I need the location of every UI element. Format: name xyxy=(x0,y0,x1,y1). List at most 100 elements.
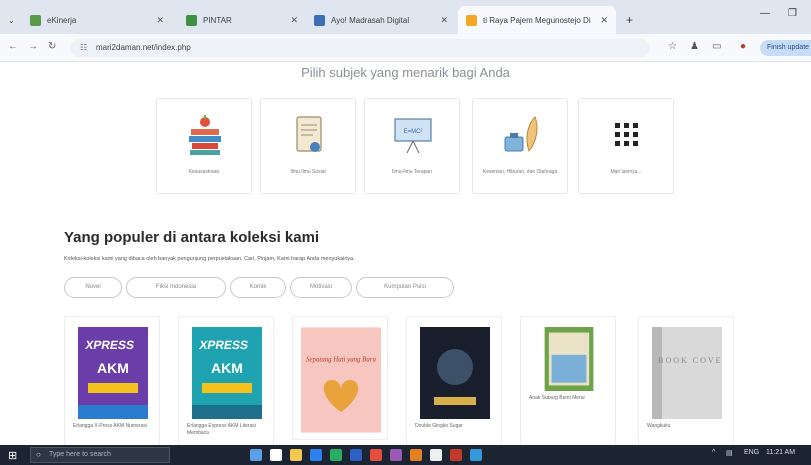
popular-title: Yang populer di antara koleksi kami xyxy=(64,229,320,246)
subject-label: Kesenian, Hiburan, dan Olahraga xyxy=(482,169,558,175)
book-cover: BOOK COVER xyxy=(652,327,722,419)
extension-icon[interactable]: ♟ xyxy=(690,41,699,52)
book-card[interactable]: Sepatang Hati yang Baru xyxy=(292,316,388,440)
url-input[interactable]: ☷ mari2daman.net/index.php xyxy=(70,39,650,57)
filter-novel[interactable]: Novel xyxy=(64,277,122,298)
subject-label: Ilmu Ilmu Sosial xyxy=(290,169,326,175)
forward-icon[interactable]: → xyxy=(28,41,38,52)
filter-motivasi[interactable]: Motivasi xyxy=(290,277,352,298)
subject-label: Kesusastraan xyxy=(188,169,220,175)
close-icon[interactable]: ✕ xyxy=(440,15,448,26)
browser-tab-strip: ⌄ eKinerja ✕ PINTAR ✕ Ayo! Madrasah Digi… xyxy=(0,0,811,34)
ekinerja-favicon xyxy=(30,14,41,26)
close-icon[interactable]: ✕ xyxy=(600,15,608,26)
book-cover: Sepatang Hati yang Baru xyxy=(301,327,381,433)
sidebar-icon[interactable]: ▭ xyxy=(712,41,721,52)
store-icon[interactable] xyxy=(330,449,342,461)
cover-title: AKM xyxy=(211,360,243,376)
star-icon[interactable]: ☆ xyxy=(668,41,677,52)
cover-title: BOOK COVER xyxy=(658,356,722,365)
page-content: Pilih subjek yang menarik bagi Anda Kesu… xyxy=(0,62,811,446)
tab-list-icon[interactable]: ⌄ xyxy=(0,6,18,34)
book-title: Wangkuku xyxy=(647,423,671,429)
subject-card-literature[interactable]: Kesusastraan xyxy=(156,98,252,194)
cover-title: AKM xyxy=(97,360,129,376)
site-info-icon[interactable]: ☷ xyxy=(80,39,87,57)
file-explorer-icon[interactable] xyxy=(290,449,302,461)
reload-icon[interactable]: ↻ xyxy=(48,41,56,52)
subject-card-applied-sciences[interactable]: E=MC² Ilmu-Ilmu Terapan xyxy=(364,98,460,194)
book-cover xyxy=(544,327,594,391)
tab-label: ti Raya Pajem Megunostejo Di xyxy=(483,15,591,25)
svg-text:E=MC²: E=MC² xyxy=(404,129,423,135)
tab-active[interactable]: ti Raya Pajem Megunostejo Di ✕ xyxy=(458,6,616,34)
pintar-favicon xyxy=(186,14,197,26)
close-icon[interactable]: ✕ xyxy=(156,15,164,26)
subject-label: Ilmu-Ilmu Terapan xyxy=(392,169,432,175)
ink-quill-icon xyxy=(504,116,538,153)
cover-title: Sepatang Hati yang Baru xyxy=(306,357,376,364)
popular-description: Koleksi-koleksi kami yang dibaca oleh ba… xyxy=(64,256,355,262)
book-card[interactable]: XPRESS AKM Erlangga Express AKM Literasi… xyxy=(178,316,274,446)
minimize-icon[interactable]: — xyxy=(760,8,770,19)
book-title: Erlangga X-Press AKM Numerasi xyxy=(73,423,147,429)
word-icon[interactable] xyxy=(350,449,362,461)
app-icon[interactable] xyxy=(430,449,442,461)
book-card[interactable]: Double Gingko Sugar xyxy=(406,316,502,446)
url-text: mari2daman.net/index.php xyxy=(96,43,191,52)
task-view-icon[interactable] xyxy=(250,449,262,461)
search-placeholder: Type here to search xyxy=(49,451,111,458)
subject-card-social-sciences[interactable]: Ilmu Ilmu Sosial xyxy=(260,98,356,194)
filter-komik[interactable]: Komik xyxy=(230,277,286,298)
tab-ekinerja[interactable]: eKinerja ✕ xyxy=(22,6,172,34)
tray-chevron-icon[interactable]: ^ xyxy=(712,449,715,456)
books-apple-icon xyxy=(189,115,221,155)
book-favicon xyxy=(466,14,477,26)
app-icon[interactable] xyxy=(410,449,422,461)
chrome-icon[interactable] xyxy=(270,449,282,461)
tab-madrasah-digital[interactable]: Ayo! Madrasah Digital ✕ xyxy=(306,6,456,34)
address-bar-row: ← → ↻ ☷ mari2daman.net/index.php ☆ ♟ ▭ ●… xyxy=(0,34,811,62)
book-cover xyxy=(420,327,490,419)
back-icon[interactable]: ← xyxy=(8,41,18,52)
book-card[interactable]: BOOK COVER Wangkuku xyxy=(638,316,734,446)
subject-card-arts[interactable]: Kesenian, Hiburan, dan Olahraga xyxy=(472,98,568,194)
tab-label: Ayo! Madrasah Digital xyxy=(331,15,410,25)
filter-fiksi-indonesia[interactable]: Fiksi Indonesia xyxy=(126,277,226,298)
maximize-icon[interactable]: ❐ xyxy=(788,8,797,19)
projector-screen-icon: E=MC² xyxy=(394,118,432,154)
cover-brand: XPRESS xyxy=(198,338,249,352)
subject-card-more[interactable]: Mari lainnya... xyxy=(578,98,674,194)
cover-brand: XPRESS xyxy=(84,338,135,352)
edge-icon[interactable] xyxy=(310,449,322,461)
profile-avatar[interactable]: ● xyxy=(740,41,746,52)
tab-pintar[interactable]: PINTAR ✕ xyxy=(178,6,306,34)
filter-kumpulan-puisi[interactable]: Kumpulan Puisi xyxy=(356,277,454,298)
language-indicator[interactable]: ENG xyxy=(744,449,759,456)
book-title: Erlangga Express AKM Literasi Membaca xyxy=(187,423,256,436)
book-card[interactable]: XPRESS AKM Erlangga X-Press AKM Numerasi xyxy=(64,316,160,446)
windows-start-icon[interactable]: ⊞ xyxy=(8,449,17,462)
book-title: Double Gingko Sugar xyxy=(415,423,463,429)
madrasah-favicon xyxy=(314,14,325,26)
grid-icon xyxy=(615,123,638,146)
tab-label: eKinerja xyxy=(47,15,77,25)
app-icon[interactable] xyxy=(450,449,462,461)
taskbar-search-input[interactable]: ○ Type here to search xyxy=(30,447,170,463)
book-title: Anak Suburg Bumi Merai xyxy=(529,395,585,401)
close-icon[interactable]: ✕ xyxy=(290,15,298,26)
windows-taskbar: ⊞ ○ Type here to search ^ ▤ ENG 11:21 AM xyxy=(0,445,811,465)
finish-update-button[interactable]: Finish update xyxy=(760,40,811,56)
new-tab-button[interactable]: + xyxy=(618,6,638,34)
subject-heading: Pilih subjek yang menarik bagi Anda xyxy=(301,65,510,80)
search-icon: ○ xyxy=(36,450,41,459)
app-icon[interactable] xyxy=(390,449,402,461)
book-card[interactable]: Anak Suburg Bumi Merai xyxy=(520,316,616,446)
app-icon[interactable] xyxy=(470,449,482,461)
subject-label: Mari lainnya... xyxy=(610,169,642,175)
tab-label: PINTAR xyxy=(203,15,232,25)
book-cover: XPRESS AKM xyxy=(192,327,262,419)
clock[interactable]: 11:21 AM xyxy=(766,449,795,456)
network-icon[interactable]: ▤ xyxy=(726,449,733,457)
app-icon[interactable] xyxy=(370,449,382,461)
